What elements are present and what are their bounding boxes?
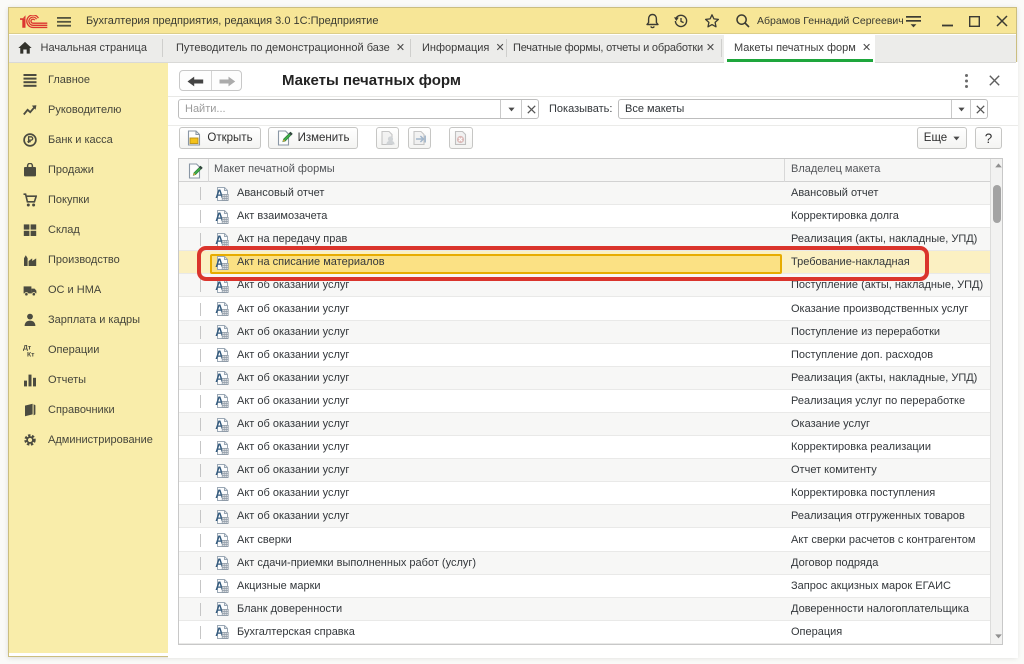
svg-text:Кт: Кт xyxy=(27,352,35,357)
svg-text:Дт: Дт xyxy=(23,344,32,351)
